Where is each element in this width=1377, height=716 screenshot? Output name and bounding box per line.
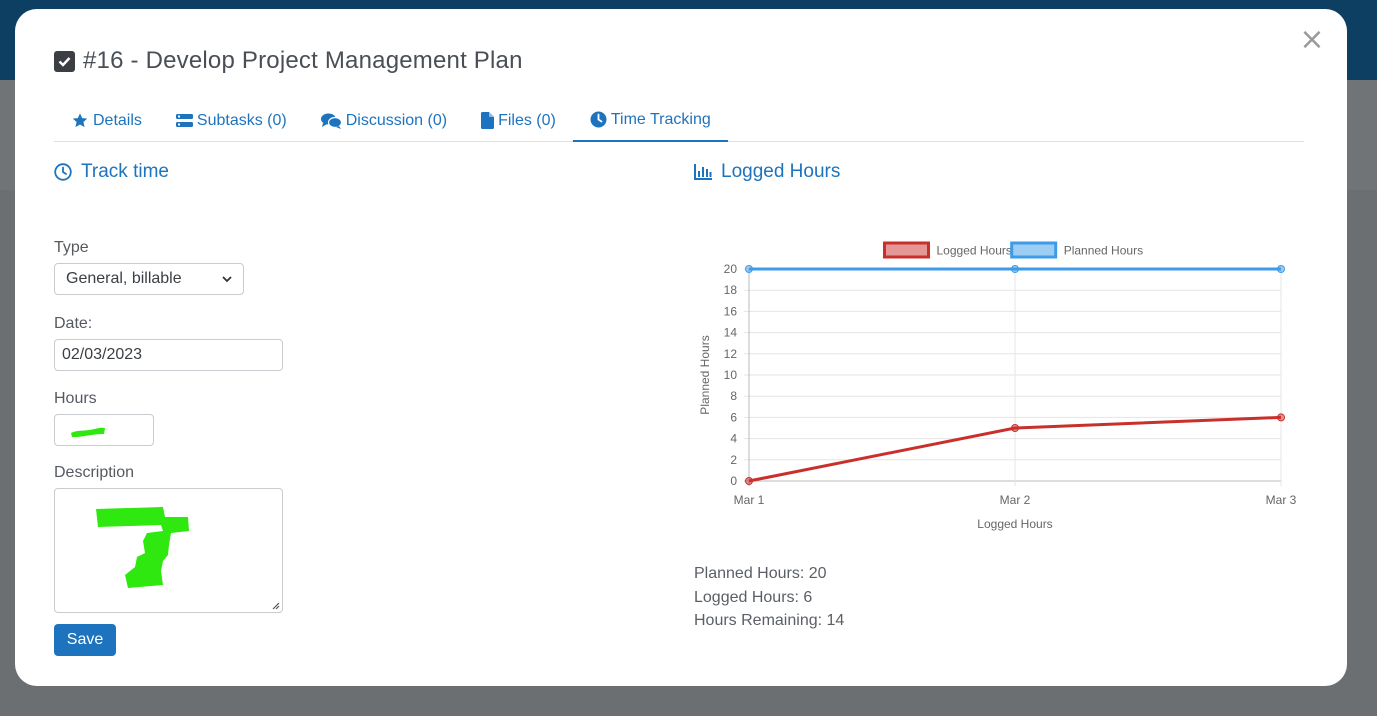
y-tick-label: 12 (724, 347, 738, 361)
data-point (1011, 424, 1019, 432)
x-axis-title: Logged Hours (977, 517, 1052, 531)
logged-hours-chart: 0 2 4 6 8 10 12 14 16 18 20 Mar 1 Mar 2 Mar 3 Logged H… (698, 241, 1297, 531)
y-tick-label: 16 (724, 304, 738, 318)
y-tick-label: 0 (730, 474, 737, 488)
y-tick-label: 10 (724, 368, 738, 382)
data-point (745, 477, 753, 485)
hours-summary: Planned Hours: 20 Logged Hours: 6 Hours … (694, 562, 844, 633)
y-tick-label: 8 (730, 389, 737, 403)
y-tick-label: 6 (730, 410, 737, 424)
save-button[interactable]: Save (54, 624, 116, 656)
x-tick-label: Mar 2 (1000, 493, 1031, 507)
data-point (1277, 265, 1285, 273)
y-tick-label: 18 (724, 283, 738, 297)
data-point (1011, 265, 1019, 273)
x-tick-label: Mar 1 (734, 493, 765, 507)
y-tick-label: 2 (730, 453, 737, 467)
y-tick-label: 20 (724, 262, 738, 276)
legend-swatch (1010, 241, 1058, 259)
x-tick-label: Mar 3 (1266, 493, 1297, 507)
hours-remaining-summary: Hours Remaining: 14 (694, 612, 845, 629)
legend-label: Logged Hours (937, 244, 1012, 258)
y-tick-label: 14 (724, 326, 738, 340)
legend-label: Planned Hours (1064, 244, 1143, 258)
y-tick-label: 4 (730, 432, 737, 446)
data-point (1277, 413, 1285, 422)
logged-hours-summary: Logged Hours: 6 (694, 588, 813, 606)
data-point (745, 265, 753, 273)
resize-handle-icon[interactable] (271, 601, 280, 610)
task-modal: × #16 - Develop Project Management Plan … (15, 9, 1347, 686)
legend-swatch (883, 241, 930, 259)
y-axis-title: Planned Hours (698, 335, 712, 414)
planned-hours-summary: Planned Hours: 20 (694, 565, 827, 582)
